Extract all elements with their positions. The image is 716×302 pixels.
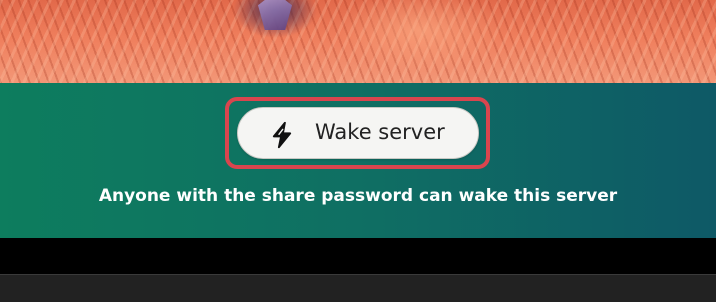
hero-image	[0, 0, 716, 83]
lightning-icon	[272, 121, 292, 149]
crystal-figure	[258, 0, 292, 30]
bottom-toolbar	[0, 274, 716, 302]
wake-server-label: Wake server	[315, 120, 445, 144]
divider-bar	[0, 238, 716, 274]
wake-server-button[interactable]: Wake server	[237, 107, 479, 159]
share-password-hint: Anyone with the share password can wake …	[98, 186, 618, 206]
